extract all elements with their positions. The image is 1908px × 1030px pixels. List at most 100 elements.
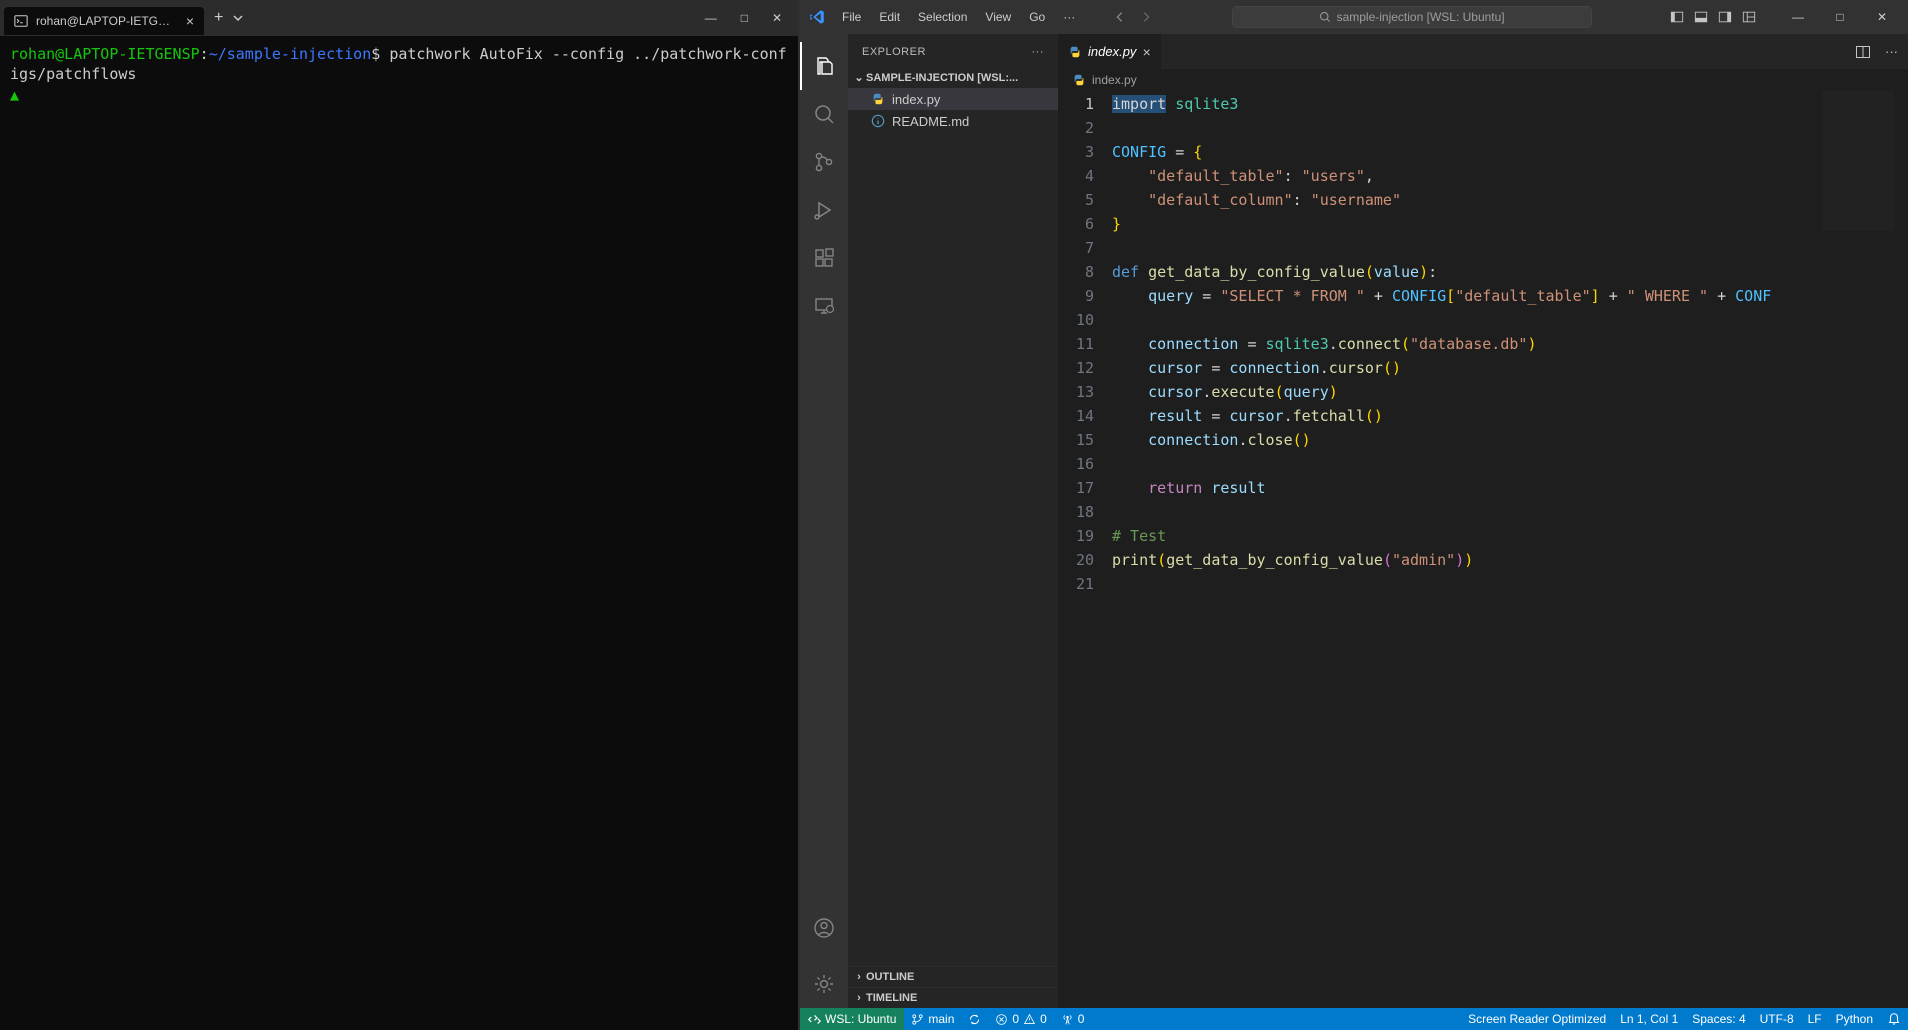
- editor-content[interactable]: 123456789101112131415161718192021 import…: [1058, 91, 1908, 1008]
- search-icon[interactable]: [800, 90, 848, 138]
- status-eol[interactable]: LF: [1801, 1012, 1829, 1026]
- outline-section[interactable]: › OUTLINE: [848, 966, 1058, 987]
- maximize-icon[interactable]: □: [1820, 4, 1860, 30]
- error-icon: [995, 1013, 1008, 1026]
- search-icon: [1319, 11, 1331, 23]
- layout-side-left-icon[interactable]: [1670, 10, 1684, 24]
- chevron-right-icon: ›: [852, 971, 866, 983]
- close-icon[interactable]: ×: [1142, 44, 1150, 60]
- status-screen-reader[interactable]: Screen Reader Optimized: [1461, 1012, 1613, 1026]
- python-file-icon: [1072, 73, 1086, 87]
- status-sync[interactable]: [961, 1013, 988, 1026]
- command-center[interactable]: sample-injection [WSL: Ubuntu]: [1232, 6, 1592, 28]
- nav-forward-icon[interactable]: [1139, 10, 1153, 24]
- maximize-icon[interactable]: □: [741, 11, 748, 25]
- status-notifications[interactable]: [1880, 1012, 1908, 1026]
- status-left: WSL: Ubuntu main 0 0 0: [800, 1008, 1091, 1030]
- layout-customize-icon[interactable]: [1742, 10, 1756, 24]
- branch-name: main: [928, 1012, 954, 1026]
- git-branch-icon: [911, 1013, 924, 1026]
- close-icon[interactable]: ✕: [772, 11, 782, 25]
- source-control-icon[interactable]: [800, 138, 848, 186]
- menu-selection[interactable]: Selection: [910, 6, 975, 28]
- status-remote-text: WSL: Ubuntu: [825, 1012, 896, 1026]
- terminal-body[interactable]: rohan@LAPTOP-IETGENSP:~/sample-injection…: [0, 36, 798, 1030]
- python-file-icon: [870, 91, 886, 107]
- bell-icon: [1887, 1012, 1901, 1026]
- minimize-icon[interactable]: —: [705, 11, 717, 25]
- split-editor-icon[interactable]: [1855, 44, 1871, 60]
- terminal-titlebar: rohan@LAPTOP-IETGENSP: ~/... × + — □ ✕: [0, 0, 798, 36]
- prompt-user: rohan@LAPTOP-IETGENSP: [10, 45, 200, 63]
- menubar: File Edit Selection View Go ···: [834, 6, 1083, 28]
- command-center-text: sample-injection [WSL: Ubuntu]: [1337, 10, 1505, 24]
- terminal-icon: [14, 14, 28, 28]
- editor-tab-index-py[interactable]: index.py ×: [1058, 34, 1162, 69]
- menu-edit[interactable]: Edit: [871, 6, 908, 28]
- status-line-col[interactable]: Ln 1, Col 1: [1613, 1012, 1685, 1026]
- more-actions-icon[interactable]: ···: [1032, 46, 1045, 58]
- file-readme-md[interactable]: README.md: [848, 110, 1058, 132]
- remote-explorer-icon[interactable]: [800, 282, 848, 330]
- chevron-down-icon: ⌄: [852, 71, 866, 84]
- extensions-icon[interactable]: [800, 234, 848, 282]
- nav-back-icon[interactable]: [1113, 10, 1127, 24]
- warning-icon: [1023, 1013, 1036, 1026]
- breadcrumb[interactable]: index.py: [1058, 69, 1908, 91]
- vscode-logo-icon: [808, 8, 826, 26]
- run-debug-icon[interactable]: [800, 186, 848, 234]
- menu-file[interactable]: File: [834, 6, 869, 28]
- editor-tab-actions: ···: [1855, 34, 1908, 69]
- layout-panel-icon[interactable]: [1694, 10, 1708, 24]
- menu-view[interactable]: View: [977, 6, 1019, 28]
- status-ports[interactable]: 0: [1054, 1012, 1092, 1026]
- chevron-right-icon: ›: [852, 992, 866, 1004]
- prompt-colon: :: [200, 45, 209, 63]
- line-numbers: 123456789101112131415161718192021: [1058, 91, 1112, 1008]
- status-language[interactable]: Python: [1829, 1012, 1880, 1026]
- terminal-cursor: ▲: [10, 86, 19, 104]
- terminal-window-controls: — □ ✕: [705, 11, 794, 25]
- vscode-body: EXPLORER ··· ⌄ SAMPLE-INJECTION [WSL:...…: [800, 34, 1908, 1008]
- more-actions-icon[interactable]: ···: [1885, 44, 1898, 59]
- radio-tower-icon: [1061, 1013, 1074, 1026]
- breadcrumb-text: index.py: [1092, 73, 1137, 87]
- code-lines[interactable]: import sqlite3 CONFIG = { "default_table…: [1112, 91, 1908, 1008]
- close-icon[interactable]: ×: [186, 13, 194, 29]
- timeline-section[interactable]: › TIMELINE: [848, 987, 1058, 1008]
- file-tree: index.py README.md: [848, 86, 1058, 966]
- explorer-icon[interactable]: [800, 42, 848, 90]
- tab-dropdown-icon[interactable]: [233, 13, 243, 23]
- close-icon[interactable]: ✕: [1862, 4, 1902, 30]
- status-problems[interactable]: 0 0: [988, 1012, 1053, 1026]
- error-count: 0: [1012, 1012, 1019, 1026]
- menu-go[interactable]: Go: [1021, 6, 1053, 28]
- activity-bar: [800, 34, 848, 1008]
- minimize-icon[interactable]: —: [1778, 4, 1818, 30]
- prompt-symbol: $: [371, 45, 380, 63]
- scrollbar[interactable]: [1894, 91, 1908, 1008]
- terminal-tab-title: rohan@LAPTOP-IETGENSP: ~/...: [36, 14, 178, 28]
- file-label: README.md: [892, 114, 969, 129]
- tab-label: index.py: [1088, 44, 1136, 59]
- sidebar: EXPLORER ··· ⌄ SAMPLE-INJECTION [WSL:...…: [848, 34, 1058, 1008]
- sidebar-header: EXPLORER ···: [848, 34, 1058, 69]
- status-branch[interactable]: main: [904, 1012, 961, 1026]
- vscode-titlebar: File Edit Selection View Go ··· sample-i…: [800, 0, 1908, 34]
- settings-gear-icon[interactable]: [800, 960, 848, 1008]
- file-index-py[interactable]: index.py: [848, 88, 1058, 110]
- status-spaces[interactable]: Spaces: 4: [1685, 1012, 1752, 1026]
- project-section[interactable]: ⌄ SAMPLE-INJECTION [WSL:...: [848, 69, 1058, 86]
- new-tab-button[interactable]: +: [214, 9, 223, 27]
- terminal-tab[interactable]: rohan@LAPTOP-IETGENSP: ~/... ×: [4, 7, 204, 35]
- titlebar-right: — □ ✕: [1670, 4, 1908, 30]
- status-encoding[interactable]: UTF-8: [1753, 1012, 1801, 1026]
- layout-side-right-icon[interactable]: [1718, 10, 1732, 24]
- status-remote[interactable]: WSL: Ubuntu: [800, 1008, 904, 1030]
- status-right: Screen Reader Optimized Ln 1, Col 1 Spac…: [1461, 1008, 1908, 1030]
- minimap[interactable]: [1822, 91, 1894, 231]
- outline-label: OUTLINE: [866, 971, 914, 983]
- status-bar: WSL: Ubuntu main 0 0 0 Screen Reader Opt…: [800, 1008, 1908, 1030]
- accounts-icon[interactable]: [800, 904, 848, 952]
- menu-more-icon[interactable]: ···: [1055, 6, 1083, 28]
